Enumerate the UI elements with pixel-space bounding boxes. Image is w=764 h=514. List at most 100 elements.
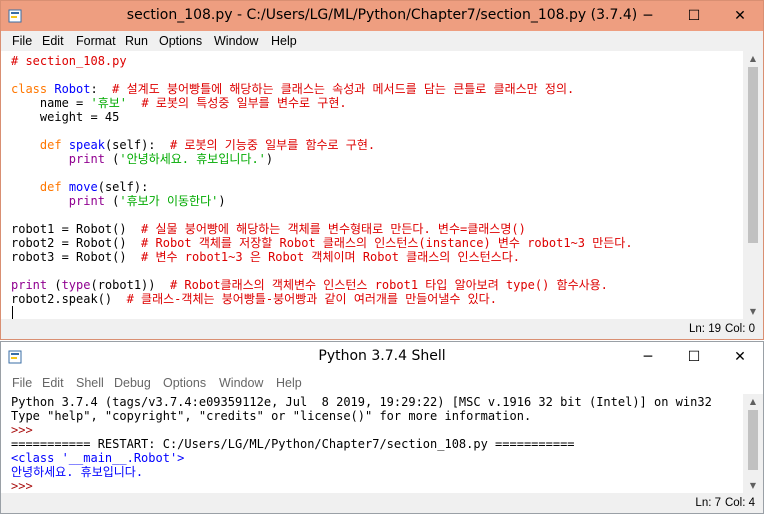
shell-prompt: >>>	[11, 423, 40, 437]
menu-file[interactable]: File	[12, 34, 32, 48]
close-button[interactable]: ✕	[717, 342, 763, 372]
menu-options[interactable]: Options	[163, 376, 206, 390]
comment: # 실물 붕어빵에 해당하는 객체를 변수형태로 만든다. 변수=클래스명()	[126, 222, 526, 236]
scroll-up-arrow-icon[interactable]: ▲	[743, 54, 763, 63]
code-line-15: robot3 = Robot() # 변수 robot1~3 은 Robot 객…	[11, 250, 520, 264]
shell-vertical-scrollbar[interactable]: ▲ ▼	[743, 394, 763, 493]
close-button[interactable]: ✕	[717, 1, 763, 31]
minimize-button[interactable]: ─	[625, 1, 671, 31]
comment: # 로봇의 기능중 일부를 함수로 구현.	[155, 138, 376, 152]
menu-window[interactable]: Window	[219, 376, 263, 390]
string: '휴보'	[90, 96, 128, 110]
menu-debug[interactable]: Debug	[114, 376, 151, 390]
code-text: weight = 45	[11, 110, 120, 124]
comment: # Robot 객체를 저장할 Robot 클래스의 인스턴스(instance…	[126, 236, 633, 250]
builtin: type	[61, 278, 91, 292]
column-number: Col: 4	[724, 497, 755, 509]
code-text: (	[104, 152, 120, 166]
comment: # Robot클래스의 객체변수 인스턴스 robot1 타입 알아보려 typ…	[155, 278, 608, 292]
maximize-button[interactable]: ☐	[671, 1, 717, 31]
code-line-8: print ('안녕하세요. 휴보입니다.')	[11, 152, 273, 166]
menu-format[interactable]: Format	[76, 34, 116, 48]
editor-title-bar[interactable]: section_108.py - C:/Users/LG/ML/Python/C…	[1, 1, 763, 31]
menu-edit[interactable]: Edit	[42, 376, 64, 390]
code-line-17: print (type(robot1)) # Robot클래스의 객체변수 인스…	[11, 278, 608, 292]
shell-status-bar: Ln: 7 Col: 4	[1, 493, 763, 513]
code-text: )	[265, 152, 274, 166]
code-text: (self):	[97, 180, 149, 194]
scrollbar-thumb[interactable]	[748, 67, 758, 243]
builtin: print	[11, 278, 48, 292]
code-line-18: robot2.speak() # 클래스-객체는 붕어빵틀-붕어빵과 같이 여러…	[11, 292, 497, 306]
comment: # 변수 robot1~3 은 Robot 객체이며 Robot 클래스의 인스…	[126, 250, 520, 264]
menu-window[interactable]: Window	[214, 34, 258, 48]
code-line-5: weight = 45	[11, 110, 119, 124]
menu-help[interactable]: Help	[271, 34, 297, 48]
code-line-7: def speak(self): # 로봇의 기능중 일부를 함수로 구현.	[11, 138, 375, 152]
code-text: name =	[11, 96, 91, 110]
shell-menu-bar: File Edit Shell Debug Options Window Hel…	[1, 373, 763, 393]
code-text: robot1 = Robot()	[11, 222, 127, 236]
shell-window: Python 3.7.4 Shell ─ ☐ ✕ File Edit Shell…	[0, 341, 764, 514]
code-text: (	[104, 194, 120, 208]
code-line-3: class Robot: # 설계도 붕어빵틀에 해당하는 클래스는 속성과 메…	[11, 82, 574, 96]
keyword: def	[39, 138, 62, 152]
column-number: Col: 0	[724, 323, 755, 335]
editor-status-bar: Ln: 19 Col: 0	[1, 319, 763, 339]
shell-banner-line: Python 3.7.4 (tags/v3.7.4:e09359112e, Ju…	[11, 395, 712, 409]
menu-options[interactable]: Options	[159, 34, 202, 48]
comment: # section_108.py	[11, 54, 127, 68]
comment: # 클래스-객체는 붕어빵틀-붕어빵과 같이 여러개를 만들어낼수 있다.	[112, 292, 497, 306]
output-line: 안녕하세요. 휴보입니다.	[11, 465, 144, 479]
code-text: (robot1))	[90, 278, 156, 292]
shell-prompt: >>>	[11, 479, 40, 493]
code-line-13: robot1 = Robot() # 실물 붕어빵에 해당하는 객체를 변수형태…	[11, 222, 526, 236]
menu-edit[interactable]: Edit	[42, 34, 64, 48]
line-number: Ln: 19	[689, 323, 721, 335]
function-name: move	[68, 180, 98, 194]
menu-file[interactable]: File	[12, 376, 32, 390]
scroll-down-arrow-icon[interactable]: ▼	[743, 481, 763, 490]
minimize-button[interactable]: ─	[625, 342, 671, 372]
code-line-4: name = '휴보' # 로봇의 특성중 일부를 변수로 구현.	[11, 96, 347, 110]
comment: # 로봇의 특성중 일부를 변수로 구현.	[127, 96, 347, 110]
editor-vertical-scrollbar[interactable]: ▲ ▼	[743, 51, 763, 319]
scroll-up-arrow-icon[interactable]: ▲	[743, 397, 763, 406]
code-text: robot2.speak()	[11, 292, 113, 306]
string: '안녕하세요. 휴보입니다.'	[119, 152, 266, 166]
builtin: print	[68, 152, 105, 166]
restart-line: =========== RESTART: C:/Users/LG/ML/Pyth…	[11, 437, 575, 451]
line-number: Ln: 7	[695, 497, 721, 509]
shell-output[interactable]: Python 3.7.4 (tags/v3.7.4:e09359112e, Ju…	[1, 394, 743, 493]
text-cursor	[12, 306, 13, 320]
code-text: (self):	[104, 138, 156, 152]
scrollbar-thumb[interactable]	[748, 410, 758, 470]
menu-shell[interactable]: Shell	[76, 376, 104, 390]
scroll-down-arrow-icon[interactable]: ▼	[743, 307, 763, 316]
class-name: Robot	[54, 82, 91, 96]
editor-menu-bar: File Edit Format Run Options Window Help	[1, 31, 763, 51]
shell-banner-line: Type "help", "copyright", "credits" or "…	[11, 409, 532, 423]
shell-title-bar[interactable]: Python 3.7.4 Shell ─ ☐ ✕	[1, 342, 763, 372]
function-name: speak	[68, 138, 105, 152]
menu-run[interactable]: Run	[125, 34, 148, 48]
maximize-button[interactable]: ☐	[671, 342, 717, 372]
keyword: class	[11, 82, 48, 96]
code-line-10: def move(self):	[11, 180, 148, 194]
output-line: <class '__main__.Robot'>	[11, 451, 185, 465]
code-editor[interactable]: # section_108.py class Robot: # 설계도 붕어빵틀…	[1, 51, 743, 320]
code-text: (	[47, 278, 62, 292]
menu-help[interactable]: Help	[276, 376, 302, 390]
comment: # 설계도 붕어빵틀에 해당하는 클래스는 속성과 메서드를 담는 큰틀로 클래…	[97, 82, 575, 96]
editor-window: section_108.py - C:/Users/LG/ML/Python/C…	[0, 0, 764, 340]
keyword: def	[39, 180, 62, 194]
code-text: :	[90, 82, 98, 96]
string: '휴보가 이동한다'	[119, 194, 219, 208]
code-text: robot3 = Robot()	[11, 250, 127, 264]
builtin: print	[68, 194, 105, 208]
